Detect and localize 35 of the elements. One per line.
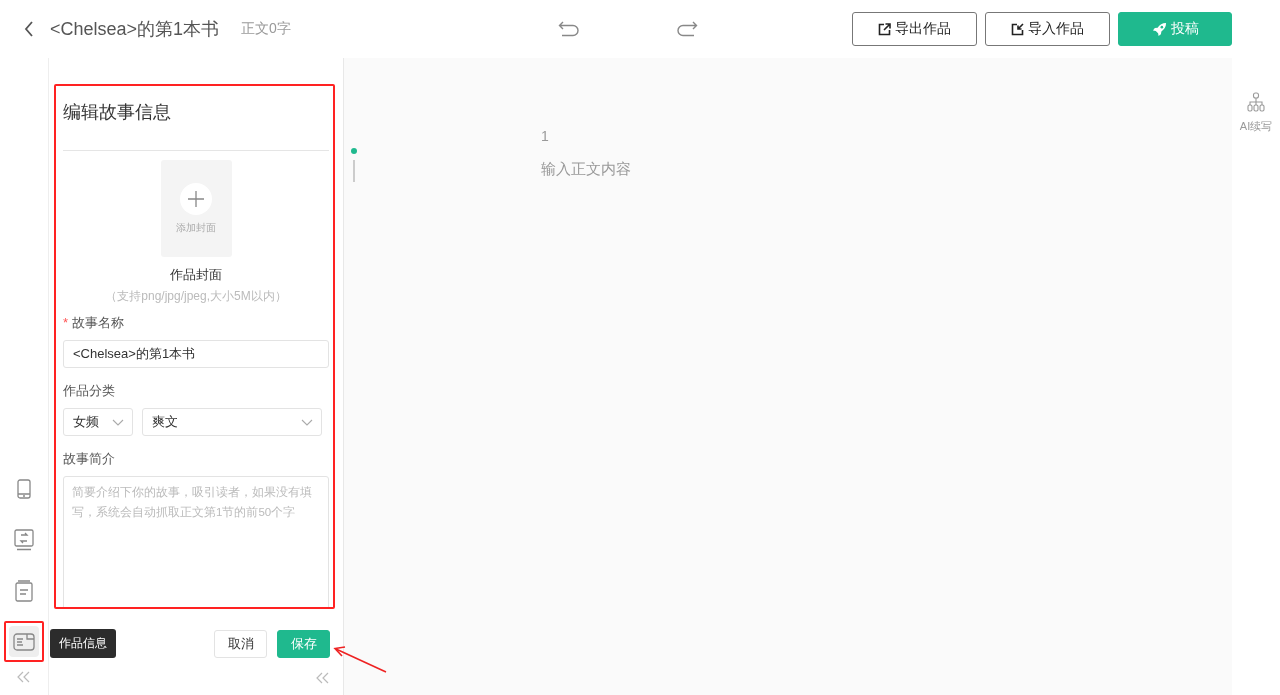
chevron-down-icon <box>112 418 124 426</box>
field-label: 故事名称 <box>71 315 124 330</box>
cover-label: 作品封面 <box>170 266 222 284</box>
panel-title: 编辑故事信息 <box>63 101 172 124</box>
cover-hint: （支持png/jpg/jpeg,大小5M以内） <box>105 288 287 305</box>
collapse-icon[interactable] <box>316 672 330 684</box>
book-title: <Chelsea>的第1本书 <box>50 18 220 41</box>
line-number: 1 <box>541 128 550 144</box>
synopsis-field[interactable]: 简要介绍下你的故事，吸引读者，如果没有填写，系统会自动抓取正文第1节的前50个字 <box>63 476 329 607</box>
export-icon <box>878 22 891 36</box>
import-button[interactable]: 导入作品 <box>985 12 1110 46</box>
word-count: 正文0字 <box>241 20 291 38</box>
cursor-marker <box>351 148 357 182</box>
category-select[interactable]: 爽文 <box>142 408 322 436</box>
category-select[interactable]: 女频 <box>63 408 133 436</box>
document-icon <box>15 579 33 602</box>
plus-icon <box>187 189 205 208</box>
swap-document-icon <box>14 528 34 551</box>
hierarchy-icon <box>1247 92 1265 112</box>
field-label: 故事简介 <box>63 451 115 466</box>
rocket-icon <box>1151 21 1167 37</box>
import-icon <box>1011 22 1024 36</box>
required-mark: * <box>63 315 69 330</box>
undo-icon[interactable] <box>558 21 580 37</box>
field-label: 作品分类 <box>63 383 115 398</box>
story-name-field[interactable]: <Chelsea>的第1本书 <box>63 340 329 368</box>
back-icon[interactable] <box>24 21 34 37</box>
chevron-down-icon <box>301 418 313 426</box>
info-card-icon <box>13 632 35 651</box>
phone-icon <box>17 478 31 499</box>
cancel-button[interactable]: 取消 <box>214 630 267 658</box>
tooltip: 作品信息 <box>50 629 116 658</box>
collapse-icon[interactable] <box>17 671 31 683</box>
redo-icon[interactable] <box>676 21 698 37</box>
export-button[interactable]: 导出作品 <box>852 12 977 46</box>
